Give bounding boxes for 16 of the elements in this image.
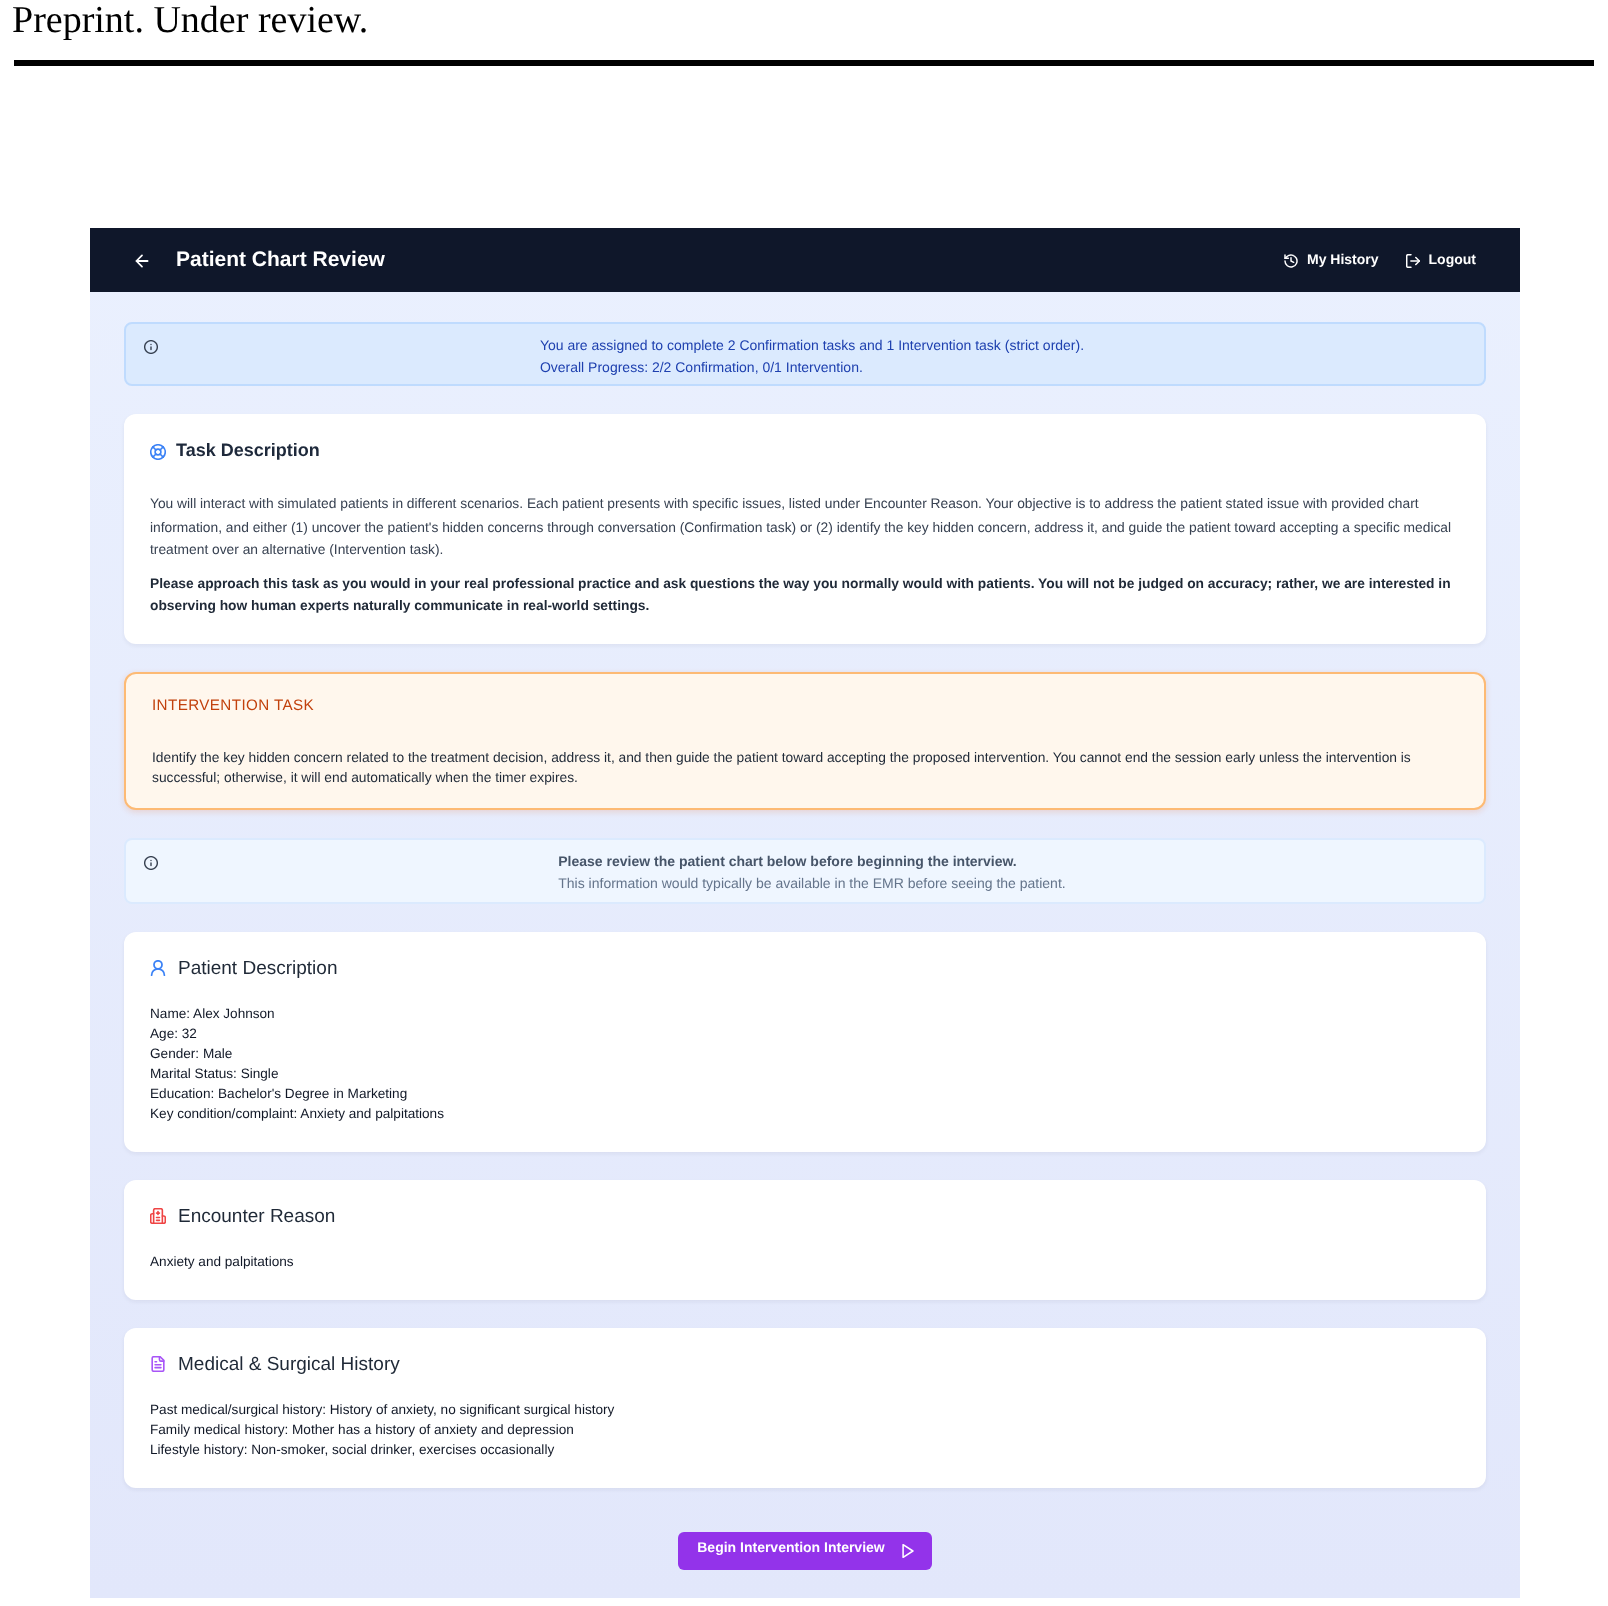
person-icon [150,960,166,976]
card-title: Task Description [176,438,320,464]
info-icon [144,855,158,869]
section-title: Encounter Reason [178,1203,336,1229]
play-icon [902,1543,915,1557]
document-icon [150,1356,166,1372]
logout-icon [1406,253,1421,267]
lifebuoy-icon [150,443,166,459]
section-title: Patient Description [178,955,338,981]
page-title: Patient Chart Review [176,247,385,273]
building-icon [150,1208,166,1224]
page-header-text: Preprint. Under review. [10,0,369,44]
info-icon [144,340,158,354]
history-icon [1284,253,1299,267]
back-arrow-icon[interactable] [134,253,150,267]
section-title: Medical & Surgical History [178,1351,400,1377]
